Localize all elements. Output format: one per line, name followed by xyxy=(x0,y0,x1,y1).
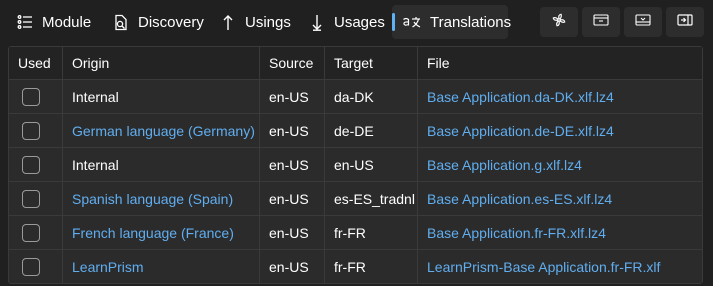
used-cell xyxy=(9,250,63,283)
target-cell: fr-FR xyxy=(325,216,418,249)
origin-link[interactable]: German language (Germany) xyxy=(63,114,260,147)
grid-header: Used Origin Source Target File xyxy=(9,47,702,80)
used-checkbox[interactable] xyxy=(22,257,40,276)
table-row[interactable]: French language (France) en-US fr-FR Bas… xyxy=(9,216,702,250)
tab-usings[interactable]: Usings xyxy=(219,5,291,39)
file-link[interactable]: Base Application.es-ES.xlf.lz4 xyxy=(418,182,702,215)
used-cell xyxy=(9,148,63,181)
source-cell: en-US xyxy=(260,148,325,181)
used-checkbox[interactable] xyxy=(22,155,40,174)
file-link[interactable]: Base Application.da-DK.xlf.lz4 xyxy=(418,80,702,113)
target-cell: en-US xyxy=(325,148,418,181)
active-tab-indicator xyxy=(392,13,395,31)
file-link[interactable]: Base Application.g.xlf.lz4 xyxy=(418,148,702,181)
column-header-source[interactable]: Source xyxy=(260,47,325,79)
toolbar: Module Discovery Usings Usages Translati… xyxy=(0,0,713,44)
discovery-icon xyxy=(112,13,130,31)
table-row[interactable]: Internal en-US en-US Base Application.g.… xyxy=(9,148,702,182)
tab-usings-label: Usings xyxy=(245,13,291,31)
used-checkbox[interactable] xyxy=(22,87,40,106)
source-cell: en-US xyxy=(260,182,325,215)
panel-top-button[interactable] xyxy=(582,7,620,37)
origin-link[interactable]: LearnPrism xyxy=(63,250,260,283)
tab-usages[interactable]: Usages xyxy=(308,5,385,39)
table-row[interactable]: German language (Germany) en-US de-DE Ba… xyxy=(9,114,702,148)
origin-link[interactable]: French language (France) xyxy=(63,216,260,249)
file-link[interactable]: Base Application.fr-FR.xlf.lz4 xyxy=(418,216,702,249)
target-cell: es-ES_tradnl xyxy=(325,182,418,215)
source-cell: en-US xyxy=(260,250,325,283)
column-header-used[interactable]: Used xyxy=(9,47,63,79)
fan-button[interactable] xyxy=(540,7,578,37)
tab-module[interactable]: Module xyxy=(16,5,91,39)
panel-top-icon xyxy=(593,13,609,32)
table-row[interactable]: Internal en-US da-DK Base Application.da… xyxy=(9,80,702,114)
used-checkbox[interactable] xyxy=(22,223,40,242)
column-header-file[interactable]: File xyxy=(418,47,702,79)
source-cell: en-US xyxy=(260,114,325,147)
source-cell: en-US xyxy=(260,216,325,249)
tab-discovery[interactable]: Discovery xyxy=(112,5,204,39)
source-cell: en-US xyxy=(260,80,325,113)
origin-cell: Internal xyxy=(63,80,260,113)
column-header-origin[interactable]: Origin xyxy=(63,47,260,79)
panel-exit-icon xyxy=(677,13,693,32)
used-cell xyxy=(9,216,63,249)
used-checkbox[interactable] xyxy=(22,121,40,140)
used-checkbox[interactable] xyxy=(22,189,40,208)
column-header-target[interactable]: Target xyxy=(325,47,418,79)
used-cell xyxy=(9,80,63,113)
translations-grid: Used Origin Source Target File Internal … xyxy=(8,46,703,284)
panel-exit-button[interactable] xyxy=(666,7,704,37)
origin-link[interactable]: Spanish language (Spain) xyxy=(63,182,260,215)
tab-module-label: Module xyxy=(42,13,92,31)
target-cell: de-DE xyxy=(325,114,418,147)
tab-discovery-label: Discovery xyxy=(138,13,204,31)
tab-usages-label: Usages xyxy=(334,13,385,31)
origin-cell: Internal xyxy=(63,148,260,181)
panel-bottom-icon xyxy=(635,13,651,32)
used-cell xyxy=(9,114,63,147)
tab-translations-label: Translations xyxy=(430,13,512,31)
file-link[interactable]: LearnPrism-Base Application.fr-FR.xlf xyxy=(418,250,702,283)
fan-icon xyxy=(552,13,566,32)
target-cell: da-DK xyxy=(325,80,418,113)
arrow-down-icon xyxy=(308,13,326,31)
target-cell: fr-FR xyxy=(325,250,418,283)
panel-bottom-button[interactable] xyxy=(624,7,662,37)
table-row[interactable]: Spanish language (Spain) en-US es-ES_tra… xyxy=(9,182,702,216)
used-cell xyxy=(9,182,63,215)
arrow-up-icon xyxy=(219,13,237,31)
tab-translations[interactable]: Translations xyxy=(392,5,512,39)
list-icon xyxy=(16,13,34,31)
table-row[interactable]: LearnPrism en-US fr-FR LearnPrism-Base A… xyxy=(9,250,702,283)
translate-icon xyxy=(402,13,422,31)
file-link[interactable]: Base Application.de-DE.xlf.lz4 xyxy=(418,114,702,147)
